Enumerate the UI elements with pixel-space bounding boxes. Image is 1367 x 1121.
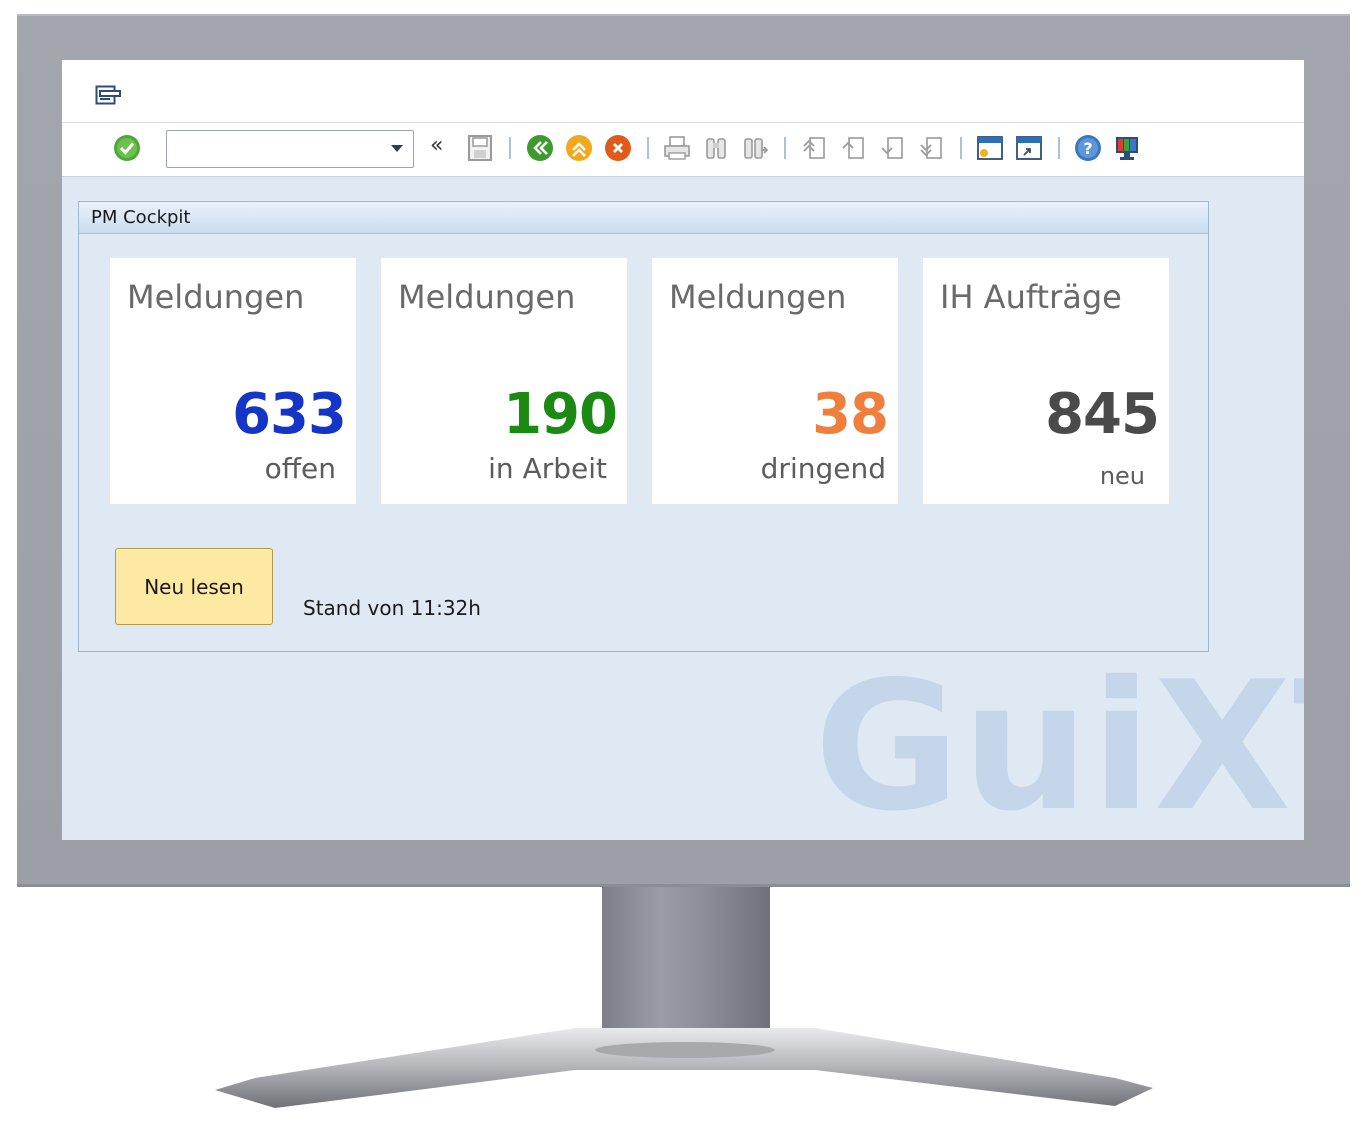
- sap-screen: « ? PM Cockpit Meldungen 633 offen Meldu…: [62, 60, 1304, 840]
- timestamp-label: Stand von 11:32h: [303, 596, 481, 620]
- tile-title: Meldungen: [127, 278, 305, 316]
- standard-toolbar: « ?: [62, 123, 1304, 177]
- tile-subtitle: dringend: [760, 452, 886, 485]
- double-chevron-left-icon[interactable]: «: [430, 133, 443, 158]
- guixt-watermark: GuiXT: [814, 643, 1304, 840]
- tile-meldungen-in-arbeit[interactable]: Meldungen 190 in Arbeit: [381, 258, 627, 504]
- enter-icon[interactable]: [112, 133, 142, 163]
- tile-value: 845: [1045, 382, 1160, 447]
- toolbar-separator: [509, 137, 511, 159]
- last-page-icon[interactable]: [916, 133, 946, 163]
- cancel-icon[interactable]: [603, 133, 633, 163]
- shortcut-icon[interactable]: [1014, 133, 1044, 163]
- tile-value: 38: [812, 382, 889, 447]
- neu-lesen-button[interactable]: Neu lesen: [115, 548, 273, 625]
- pm-cockpit-groupbox: PM Cockpit Meldungen 633 offen Meldungen…: [78, 201, 1209, 652]
- exit-icon[interactable]: [564, 133, 594, 163]
- tile-ih-auftraege-neu[interactable]: IH Aufträge 845 neu: [923, 258, 1169, 504]
- back-icon[interactable]: [525, 133, 555, 163]
- tile-value: 633: [232, 382, 347, 447]
- tile-title: IH Aufträge: [940, 278, 1122, 316]
- tile-subtitle: neu: [1099, 462, 1145, 490]
- find-icon[interactable]: [701, 133, 731, 163]
- tile-subtitle: in Arbeit: [488, 452, 607, 485]
- tile-title: Meldungen: [669, 278, 847, 316]
- monitor-stand-base: [215, 1028, 1153, 1108]
- tile-title: Meldungen: [398, 278, 576, 316]
- command-input[interactable]: [173, 131, 383, 165]
- svg-text:?: ?: [1083, 139, 1092, 158]
- title-bar: [62, 60, 1304, 123]
- find-next-icon[interactable]: [740, 133, 770, 163]
- tile-value: 190: [503, 382, 618, 447]
- toolbar-separator: [1058, 137, 1060, 159]
- groupbox-title: PM Cockpit: [79, 202, 1208, 234]
- previous-page-icon[interactable]: [838, 133, 868, 163]
- chevron-down-icon[interactable]: [391, 145, 403, 152]
- layout-icon[interactable]: [1112, 133, 1142, 163]
- help-icon[interactable]: ?: [1073, 133, 1103, 163]
- tile-meldungen-dringend[interactable]: Meldungen 38 dringend: [652, 258, 898, 504]
- next-page-icon[interactable]: [877, 133, 907, 163]
- new-session-icon[interactable]: [975, 133, 1005, 163]
- print-icon[interactable]: [662, 133, 692, 163]
- tile-meldungen-offen[interactable]: Meldungen 633 offen: [110, 258, 356, 504]
- toolbar-separator: [784, 137, 786, 159]
- menu-icon[interactable]: [95, 84, 121, 106]
- save-icon[interactable]: [465, 133, 495, 163]
- command-field[interactable]: [166, 130, 414, 168]
- first-page-icon[interactable]: [799, 133, 829, 163]
- toolbar-separator: [647, 137, 649, 159]
- toolbar-separator: [960, 137, 962, 159]
- tile-subtitle: offen: [264, 452, 336, 485]
